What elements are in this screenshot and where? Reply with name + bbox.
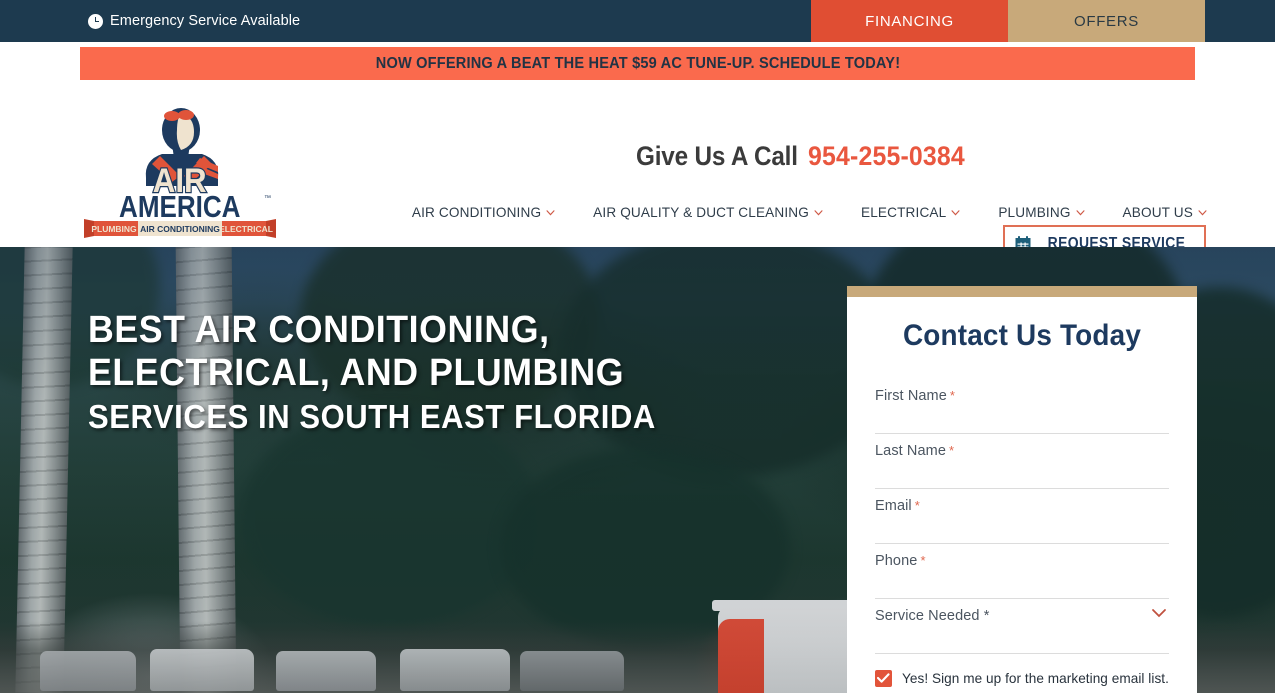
chevron-down-icon [1198, 209, 1207, 216]
contact-form: Contact Us Today First Name * Last Name … [847, 297, 1197, 693]
nav-item-air-quality-duct-cleaning[interactable]: AIR QUALITY & DUCT CLEANING [593, 205, 823, 220]
marketing-optin-label: Yes! Sign me up for the marketing email … [902, 671, 1169, 686]
promo-banner-text: NOW OFFERING A BEAT THE HEAT $59 AC TUNE… [375, 54, 900, 72]
nav-label: ELECTRICAL [860, 205, 947, 220]
emergency-service-label: Emergency Service Available [110, 13, 301, 29]
nav-label: ABOUT US [1122, 205, 1193, 220]
required-marker: * [949, 443, 955, 458]
nav-item-electrical[interactable]: ELECTRICAL [861, 205, 960, 220]
nav-item-air-conditioning[interactable]: AIR CONDITIONING [412, 205, 555, 220]
chevron-down-icon [1076, 209, 1085, 216]
nav-label: AIR QUALITY & DUCT CLEANING [593, 205, 809, 220]
promo-banner[interactable]: NOW OFFERING A BEAT THE HEAT $59 AC TUNE… [80, 47, 1195, 80]
call-label: Give Us A Call [636, 140, 798, 171]
svg-text:™: ™ [264, 195, 271, 202]
last-name-label: Last Name [875, 443, 947, 459]
top-utility-bar: Emergency Service Available FINANCING OF… [0, 0, 1275, 42]
marketing-optin-checkbox[interactable] [875, 670, 892, 687]
first-name-field[interactable]: First Name * [875, 379, 1169, 434]
svg-text:PLUMBING: PLUMBING [91, 224, 137, 234]
last-name-field[interactable]: Last Name * [875, 434, 1169, 489]
required-marker: * [949, 388, 955, 403]
service-needed-label: Service Needed * [875, 608, 990, 624]
hero-heading-line-2: ELECTRICAL, AND PLUMBING [88, 352, 625, 394]
clock-icon [88, 13, 103, 29]
hero-heading: BEST AIR CONDITIONING, ELECTRICAL, AND P… [88, 309, 788, 439]
phone-label: Phone [875, 553, 918, 569]
promo-banner-area: NOW OFFERING A BEAT THE HEAT $59 AC TUNE… [0, 42, 1275, 87]
phone-number-link[interactable]: 954-255-0384 [808, 141, 965, 172]
site-header: AIR AMERICA ™ PLUMBING AIR CONDITIONING … [0, 87, 1275, 262]
svg-text:AIR CONDITIONING: AIR CONDITIONING [140, 224, 220, 234]
hero-heading-line-3: SERVICES IN SOUTH EAST FLORIDA [88, 398, 656, 435]
hero-heading-line-1: BEST AIR CONDITIONING, [88, 309, 550, 351]
emergency-notice: Emergency Service Available [0, 0, 811, 42]
email-label: Email [875, 498, 912, 514]
nav-label: PLUMBING [998, 205, 1071, 220]
required-marker: * [920, 553, 926, 568]
email-field[interactable]: Email * [875, 489, 1169, 544]
chevron-down-icon [814, 209, 823, 216]
financing-button[interactable]: FINANCING [811, 0, 1008, 42]
required-marker: * [914, 498, 920, 513]
nav-item-plumbing[interactable]: PLUMBING [998, 205, 1085, 220]
topbar-spacer [1205, 0, 1275, 42]
chevron-down-icon [546, 209, 555, 216]
first-name-label: First Name [875, 388, 947, 404]
chevron-down-icon[interactable] [1151, 608, 1167, 618]
offers-button[interactable]: OFFERS [1008, 0, 1205, 42]
marketing-optin-row[interactable]: Yes! Sign me up for the marketing email … [875, 670, 1169, 687]
checkmark-icon [877, 673, 890, 683]
chevron-down-icon [951, 209, 960, 216]
svg-text:ELECTRICAL: ELECTRICAL [219, 224, 273, 234]
nav-item-about-us[interactable]: ABOUT US [1123, 205, 1207, 220]
nav-label: AIR CONDITIONING [411, 205, 542, 220]
phone-field[interactable]: Phone * [875, 544, 1169, 599]
service-needed-select[interactable]: Service Needed * [875, 599, 1169, 654]
contact-form-title: Contact Us Today [902, 319, 1142, 352]
call-row: Give Us A Call 954-255-0384 [636, 136, 978, 176]
form-accent-bar [847, 286, 1197, 297]
main-navigation: AIR CONDITIONING AIR QUALITY & DUCT CLEA… [0, 205, 1275, 220]
